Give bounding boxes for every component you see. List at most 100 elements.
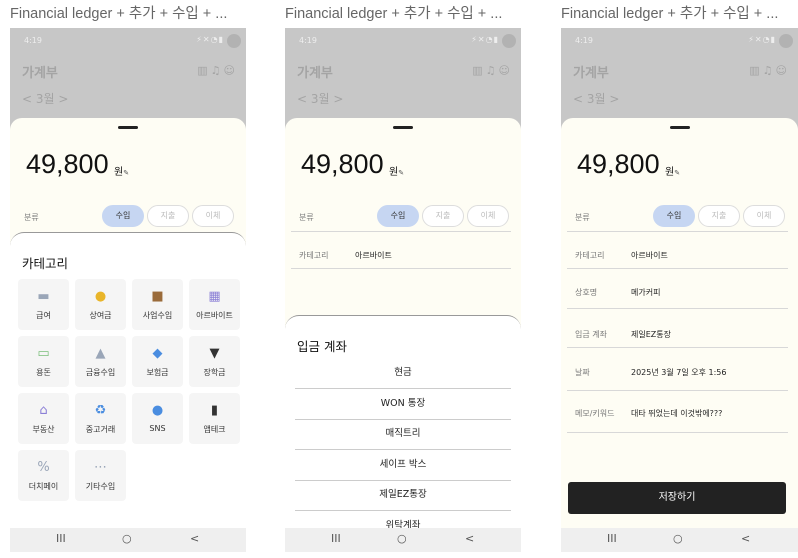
tab-expense[interactable]: 지출	[698, 205, 740, 227]
real-estate-icon: ⌂	[39, 403, 48, 418]
tab-transfer[interactable]: 이체	[467, 205, 509, 227]
tab-transfer[interactable]: 이체	[743, 205, 785, 227]
status-icons: ⚡✕◔▮	[748, 35, 776, 44]
category-item-bonus[interactable]: ● 상여금	[75, 279, 126, 330]
category-item-sns[interactable]: ● SNS	[132, 393, 183, 444]
dutch-pay-icon: %	[37, 460, 50, 475]
account-option-won[interactable]: WON 통장	[295, 390, 511, 420]
home-button[interactable]: ○	[122, 532, 132, 545]
category-sheet-title: 카테고리	[22, 256, 69, 271]
salary-icon: ▬	[37, 289, 50, 304]
panel-title: Financial ledger + 추가 + 수입 + ...	[285, 6, 503, 22]
system-nav-bar: III ○ <	[561, 528, 798, 552]
allowance-icon: ▭	[37, 346, 50, 361]
recents-button[interactable]: III	[607, 532, 617, 545]
category-item-insurance[interactable]: ◆ 보험금	[132, 336, 183, 387]
account-option-jeil-ez[interactable]: 제일EZ통장	[295, 481, 511, 511]
back-button[interactable]: <	[741, 532, 750, 545]
category-item-salary[interactable]: ▬ 급여	[18, 279, 69, 330]
sheet-handle[interactable]	[669, 126, 690, 129]
tab-income[interactable]: 수입	[377, 205, 419, 227]
category-value[interactable]: 아르바이트	[355, 250, 392, 261]
category-item-finance[interactable]: ▲ 금융수입	[75, 336, 126, 387]
category-item-other[interactable]: ⋯ 기타수입	[75, 450, 126, 501]
chart-icon: ▥	[749, 64, 763, 77]
status-icons: ⚡✕◔▮	[471, 35, 499, 44]
home-button[interactable]: ○	[673, 532, 683, 545]
profile-icon	[227, 34, 241, 48]
settings-icon: ☺	[775, 64, 790, 77]
amount-value[interactable]: 49,800	[301, 149, 384, 180]
save-button[interactable]: 저장하기	[568, 482, 786, 514]
divider	[291, 268, 511, 269]
tab-expense[interactable]: 지출	[147, 205, 189, 227]
bell-icon: ♫	[485, 64, 499, 77]
sheet-handle[interactable]	[393, 126, 413, 129]
date-value[interactable]: 2025년 3월 7일 오후 1:56	[631, 367, 726, 378]
bank-icon: ▲	[95, 346, 106, 361]
phone-icon: ▮	[210, 403, 219, 418]
header-icons: ▥♫☺	[749, 64, 790, 77]
status-time: 4:19	[299, 36, 317, 45]
month-selector[interactable]: < 3월 >	[573, 90, 619, 107]
month-selector[interactable]: < 3월 >	[297, 90, 343, 107]
status-time: 4:19	[24, 36, 42, 45]
amount-value[interactable]: 49,800	[577, 149, 660, 180]
category-item-scholarship[interactable]: ▼ 장학금	[189, 336, 240, 387]
merchant-label: 상호명	[575, 288, 598, 297]
memo-label: 메모/키워드	[575, 409, 615, 418]
recents-button[interactable]: III	[56, 532, 66, 545]
category-item-used-trade[interactable]: ♻ 중고거래	[75, 393, 126, 444]
account-option-safe-box[interactable]: 세이프 박스	[295, 451, 511, 481]
bell-icon: ♫	[762, 64, 776, 77]
chat-icon: ●	[151, 403, 164, 418]
date-label: 날짜	[575, 368, 590, 377]
category-item-app-tech[interactable]: ▮ 앱테크	[189, 393, 240, 444]
status-icons: ⚡✕◔▮	[196, 35, 224, 44]
phone-screen: 4:19 ⚡✕◔▮ 가계부 ▥♫☺ < 3월 > 49,800 원✎ 분류 수입…	[10, 28, 246, 552]
amount-unit: 원✎	[665, 167, 681, 178]
tab-income[interactable]: 수입	[653, 205, 695, 227]
panel-entry-complete: Financial ledger + 추가 + 수입 + ... 4:19 ⚡✕…	[561, 0, 798, 558]
sheet-handle[interactable]	[118, 126, 138, 129]
home-button[interactable]: ○	[397, 532, 407, 545]
amount-value[interactable]: 49,800	[26, 149, 109, 180]
account-value[interactable]: 제일EZ통장	[631, 329, 671, 340]
memo-value[interactable]: 대타 뛰었는데 이것밖에???	[631, 408, 722, 419]
recents-button[interactable]: III	[331, 532, 341, 545]
insurance-icon: ◆	[152, 346, 163, 361]
system-nav-bar: III ○ <	[285, 528, 521, 552]
category-value[interactable]: 아르바이트	[631, 250, 668, 261]
more-icon: ⋯	[94, 460, 107, 475]
edit-icon: ✎	[398, 169, 405, 177]
panel-title: Financial ledger + 추가 + 수입 + ...	[10, 6, 228, 22]
category-item-part-time[interactable]: ▦ 아르바이트	[189, 279, 240, 330]
tab-income[interactable]: 수입	[102, 205, 144, 227]
profile-icon	[502, 34, 516, 48]
category-item-business[interactable]: ■ 사업수입	[132, 279, 183, 330]
briefcase-icon: ■	[151, 289, 164, 304]
category-label: 카테고리	[575, 251, 605, 260]
account-option-cash[interactable]: 현금	[295, 359, 511, 389]
profile-icon	[779, 34, 793, 48]
category-item-real-estate[interactable]: ⌂ 부동산	[18, 393, 69, 444]
panel-category-select: Financial ledger + 추가 + 수입 + ... 4:19 ⚡✕…	[10, 0, 250, 558]
account-option-magic-tree[interactable]: 매직트리	[295, 420, 511, 450]
category-item-dutch-pay[interactable]: % 더치페이	[18, 450, 69, 501]
recycle-icon: ♻	[94, 403, 107, 418]
month-selector[interactable]: < 3월 >	[22, 90, 68, 107]
category-item-allowance[interactable]: ▭ 용돈	[18, 336, 69, 387]
bonus-icon: ●	[94, 289, 107, 304]
back-button[interactable]: <	[190, 532, 199, 545]
divider	[567, 347, 788, 348]
app-title: 가계부	[573, 66, 609, 81]
tab-expense[interactable]: 지출	[422, 205, 464, 227]
entry-sheet: 49,800 원✎ 분류 수입 지출 이체 카테고리 아르바이트 상호명 메가커…	[561, 118, 798, 528]
merchant-value[interactable]: 메가커피	[631, 287, 660, 298]
app-title: 가계부	[297, 66, 333, 81]
back-button[interactable]: <	[465, 532, 474, 545]
amount-unit: 원✎	[389, 167, 405, 178]
edit-icon: ✎	[674, 169, 681, 177]
tab-transfer[interactable]: 이체	[192, 205, 234, 227]
divider	[567, 390, 788, 391]
